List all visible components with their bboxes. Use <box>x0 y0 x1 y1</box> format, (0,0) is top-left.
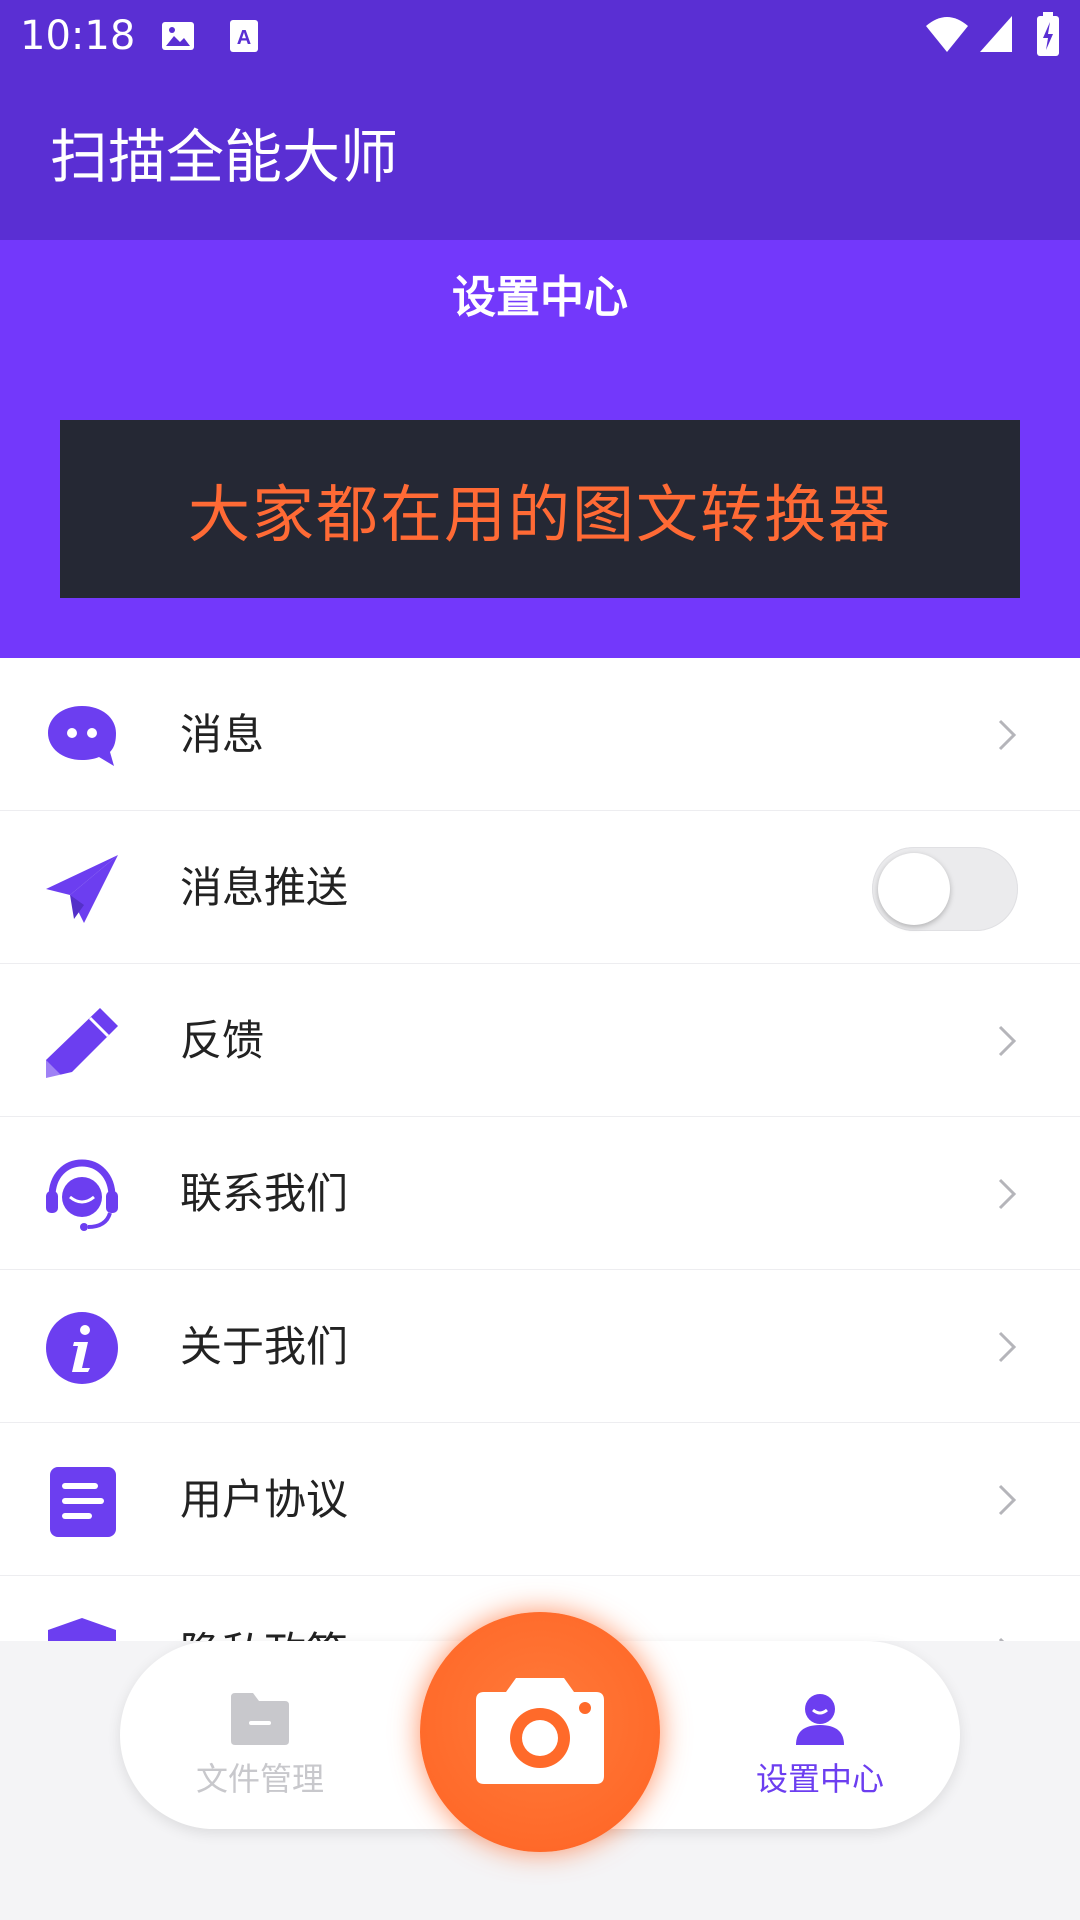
nav-label: 设置中心 <box>755 1760 884 1798</box>
settings-list: 消息 消息推送 反馈 联系我们 关于我们 用户协议 <box>0 658 1080 1641</box>
settings-item-label: 消息推送 <box>180 863 349 912</box>
app-bar: 扫描全能大师 <box>0 72 1080 240</box>
document-icon <box>44 1463 120 1539</box>
status-bar: 10:18 A <box>0 0 1080 72</box>
nav-item-file-management[interactable]: 文件管理 <box>160 1691 360 1799</box>
status-time: 10:18 <box>20 13 136 59</box>
svg-text:A: A <box>237 27 251 49</box>
settings-item-contact-us[interactable]: 联系我们 <box>0 1117 1080 1271</box>
chevron-right-icon <box>996 1330 1018 1364</box>
nav-label: 文件管理 <box>195 1760 324 1798</box>
image-icon <box>160 18 196 58</box>
chevron-right-icon <box>996 1483 1018 1517</box>
chevron-right-icon <box>996 1024 1018 1058</box>
toggle-knob <box>878 853 950 925</box>
chevron-right-icon <box>996 1177 1018 1211</box>
settings-item-label: 用户协议 <box>180 1475 349 1524</box>
nav-item-settings-center[interactable]: 设置中心 <box>720 1691 920 1799</box>
chevron-right-icon <box>996 718 1018 752</box>
wifi-icon <box>924 14 970 58</box>
text-recognition-icon: A <box>228 18 260 58</box>
user-icon <box>792 1694 848 1751</box>
settings-item-feedback[interactable]: 反馈 <box>0 964 1080 1118</box>
shield-icon <box>44 1616 120 1641</box>
settings-item-label: 反馈 <box>180 1016 265 1065</box>
banner-text: 大家都在用的图文转换器 <box>187 478 892 551</box>
settings-item-about-us[interactable]: 关于我们 <box>0 1270 1080 1424</box>
settings-item-messages[interactable]: 消息 <box>0 658 1080 812</box>
promo-banner[interactable]: 大家都在用的图文转换器 <box>60 420 1020 598</box>
chat-bubble-icon <box>44 698 120 774</box>
settings-header: 设置中心 大家都在用的图文转换器 <box>0 240 1080 658</box>
push-notification-toggle[interactable] <box>872 847 1018 931</box>
settings-item-label: 联系我们 <box>180 1169 349 1218</box>
folder-icon <box>229 1693 291 1751</box>
settings-item-user-agreement[interactable]: 用户协议 <box>0 1423 1080 1577</box>
page-title: 设置中心 <box>452 272 628 323</box>
camera-button[interactable] <box>420 1612 660 1852</box>
paper-plane-icon <box>44 851 120 927</box>
settings-item-label: 隐私政策 <box>180 1626 348 1641</box>
pencil-icon <box>44 1004 120 1080</box>
settings-item-label: 消息 <box>180 710 265 759</box>
settings-item-label: 关于我们 <box>180 1322 349 1371</box>
camera-icon <box>476 1678 604 1784</box>
battery-charging-icon <box>1036 12 1060 60</box>
app-title: 扫描全能大师 <box>50 123 399 191</box>
cell-signal-icon <box>978 14 1014 58</box>
info-icon <box>44 1310 120 1386</box>
customer-service-icon <box>44 1157 120 1233</box>
settings-item-push-notifications[interactable]: 消息推送 <box>0 811 1080 965</box>
